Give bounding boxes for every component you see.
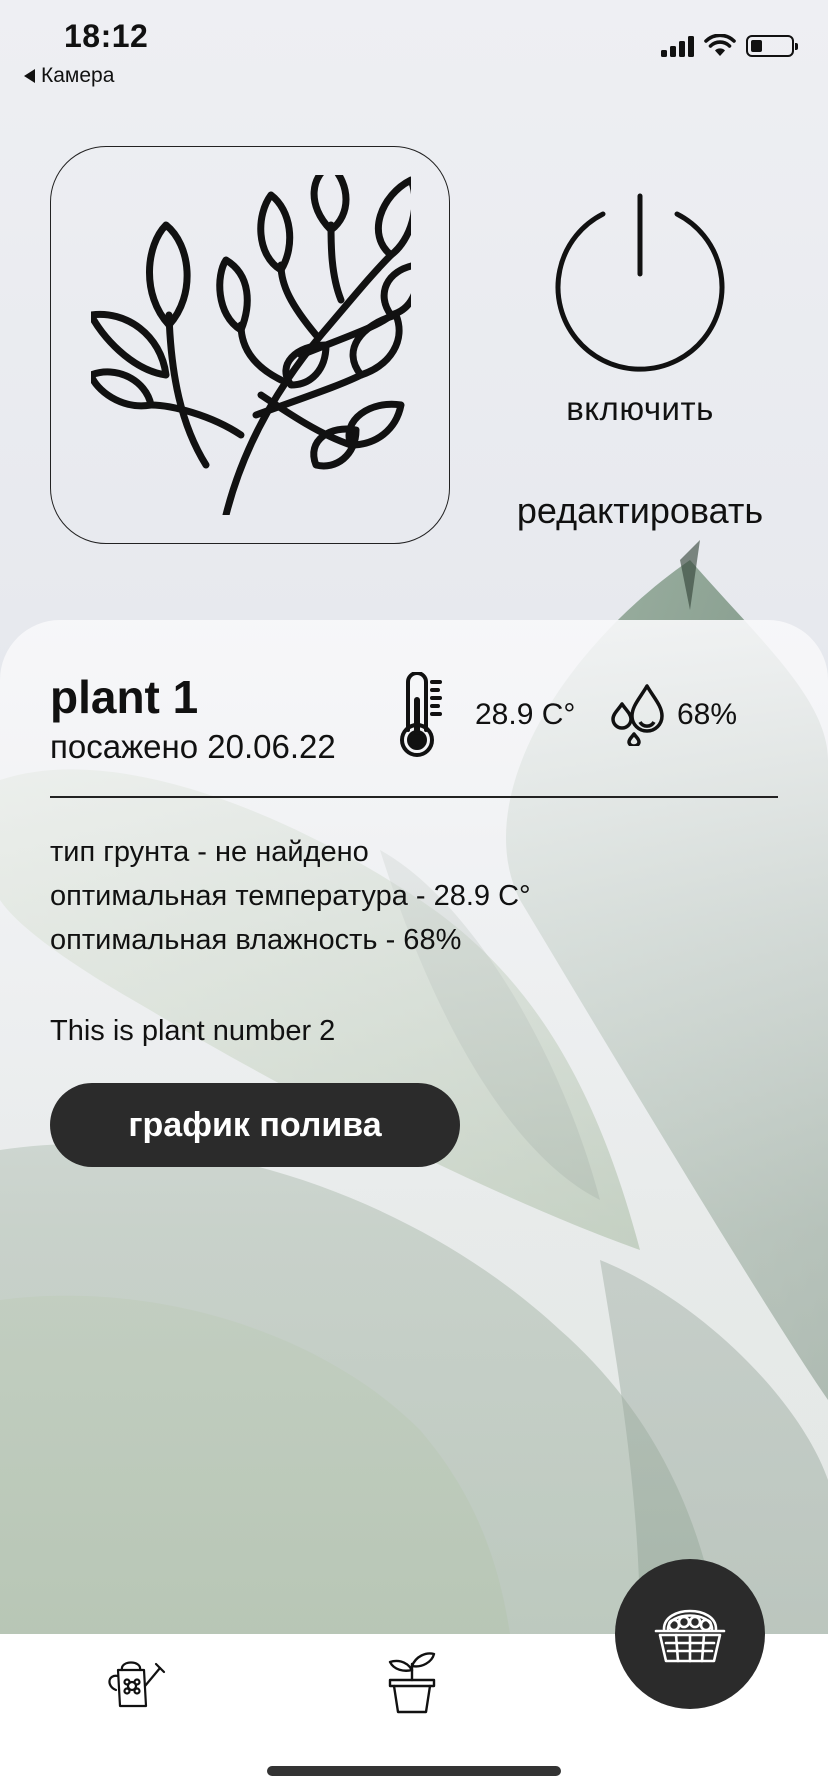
battery-icon	[746, 35, 798, 57]
card-divider	[50, 796, 778, 798]
optimal-temperature-line: оптимальная температура - 28.9 C°	[50, 880, 531, 912]
planted-date: посажено 20.06.22	[50, 728, 336, 765]
water-drops-icon	[611, 684, 664, 746]
edit-link[interactable]: редактировать	[490, 490, 790, 532]
cellular-signal-icon	[661, 35, 694, 57]
plant-description: This is plant number 2	[50, 1015, 336, 1047]
power-icon	[555, 193, 725, 372]
watering-can-icon[interactable]	[104, 1654, 168, 1710]
status-icons	[661, 34, 798, 58]
plant-name: plant 1	[50, 671, 199, 723]
back-to-camera-link[interactable]: Камера	[24, 64, 114, 88]
status-time: 18:12	[64, 18, 149, 54]
watering-schedule-button[interactable]: график полива	[50, 1083, 460, 1167]
home-indicator[interactable]	[267, 1766, 561, 1776]
basket-icon	[654, 1609, 726, 1663]
wifi-icon	[704, 34, 736, 56]
leaf-branch-icon	[91, 175, 411, 515]
humidity-value: 68%	[677, 698, 738, 731]
power-label[interactable]: включить	[520, 390, 760, 428]
back-label: Камера	[41, 64, 115, 87]
thermometer-icon	[400, 672, 442, 757]
battery-fill	[751, 40, 763, 52]
potted-plant-icon[interactable]	[386, 1650, 438, 1714]
back-arrow-icon	[24, 69, 35, 83]
plant-image-tile[interactable]	[50, 146, 450, 544]
soil-type-line: тип грунта - не найдено	[50, 836, 369, 868]
optimal-humidity-line: оптимальная влажность - 68%	[50, 924, 462, 956]
power-button[interactable]	[552, 190, 728, 380]
temperature-value: 28.9 C°	[475, 698, 576, 731]
status-bar: 18:12 Камера	[0, 0, 828, 100]
basket-button[interactable]	[615, 1559, 765, 1709]
